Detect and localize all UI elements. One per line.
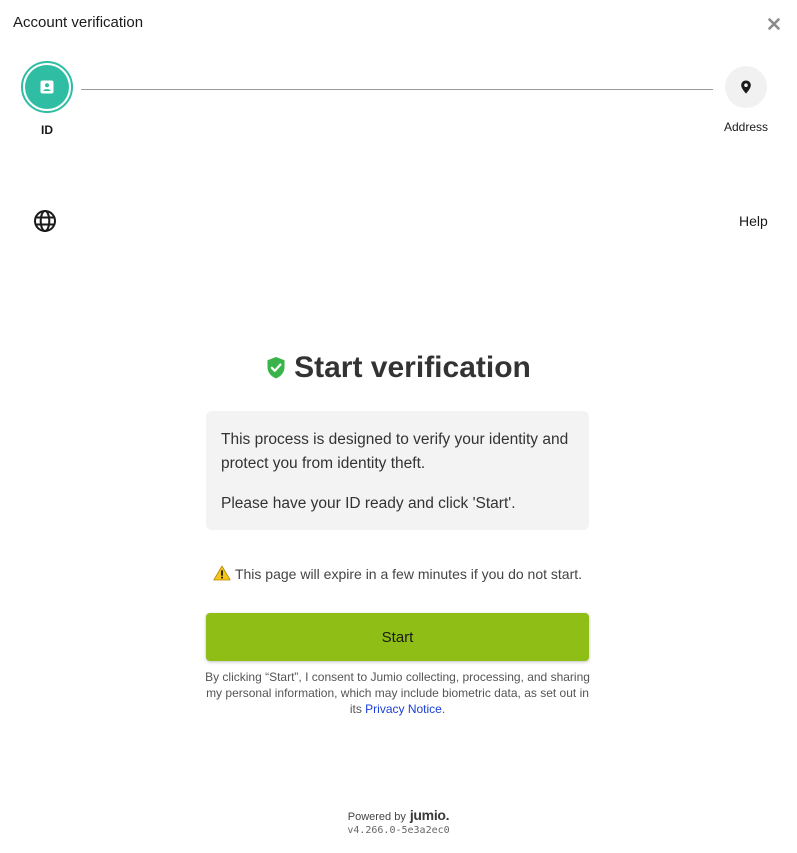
consent-period: . bbox=[441, 702, 446, 716]
close-icon bbox=[768, 18, 780, 30]
info-paragraph-purpose: This process is designed to verify your … bbox=[221, 431, 569, 472]
version-label: v4.266.0-5e3a2ec0 bbox=[347, 825, 450, 836]
expiry-warning-text: This page will expire in a few minutes i… bbox=[234, 566, 583, 582]
dialog-title: Account verification bbox=[13, 14, 144, 31]
step-address: Address bbox=[716, 66, 776, 134]
page-title-text: Start verification bbox=[294, 351, 531, 384]
jumio-logo: jumio. bbox=[409, 807, 450, 823]
step-address-circle bbox=[725, 66, 767, 108]
step-address-label: Address bbox=[723, 120, 769, 134]
expiry-warning: This page will expire in a few minutes i… bbox=[206, 564, 589, 585]
start-button[interactable]: Start bbox=[206, 613, 589, 661]
id-card-icon bbox=[40, 80, 54, 94]
stepper-progress-line bbox=[81, 89, 713, 90]
help-link[interactable]: Help bbox=[739, 213, 768, 229]
page-title: Start verification bbox=[0, 351, 797, 385]
info-box: This process is designed to verify your … bbox=[206, 411, 589, 530]
globe-icon bbox=[34, 210, 56, 232]
powered-by-label: Powered by bbox=[347, 811, 406, 823]
step-id-label: ID bbox=[41, 123, 53, 137]
step-id: ID bbox=[17, 61, 77, 137]
language-button[interactable] bbox=[33, 209, 57, 233]
shield-check-icon bbox=[267, 357, 285, 379]
warning-icon bbox=[213, 565, 231, 581]
close-button[interactable] bbox=[764, 14, 784, 34]
step-id-circle bbox=[21, 61, 73, 113]
privacy-notice-link[interactable]: Privacy Notice bbox=[365, 702, 442, 716]
consent-text: By clicking “Start”, I consent to Jumio … bbox=[203, 669, 592, 717]
info-paragraph-instruction: Please have your ID ready and click 'Sta… bbox=[221, 495, 516, 512]
powered-by: Powered by jumio. bbox=[0, 807, 797, 823]
location-pin-icon bbox=[741, 80, 751, 94]
